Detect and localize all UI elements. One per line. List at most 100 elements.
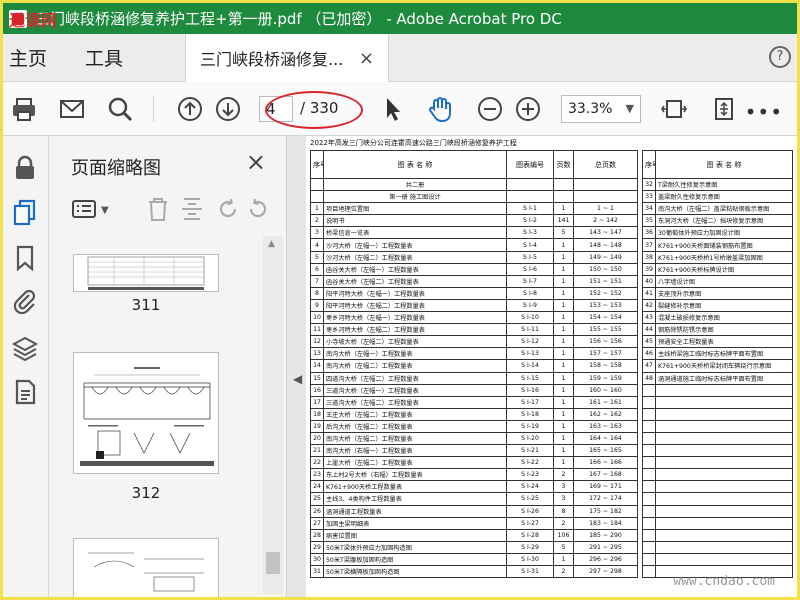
menu-home[interactable]: 主页 <box>9 44 47 71</box>
hand-tool-icon[interactable] <box>425 94 455 124</box>
table-cell: 1 <box>553 347 574 361</box>
table-row <box>642 468 793 482</box>
table-row: 27 加固主梁明细表 S Ⅰ-27 2 183 ~ 184 <box>310 516 638 530</box>
print-icon[interactable] <box>9 94 39 124</box>
scrollbar-thumb[interactable] <box>266 552 280 574</box>
table-row: 4 沙河大桥（左幅一）工程数量表 S Ⅰ-4 1 148 ~ 148 <box>310 238 638 252</box>
next-page-icon[interactable] <box>213 94 243 124</box>
table-row <box>642 552 793 567</box>
rotate-right-icon[interactable] <box>245 196 275 226</box>
table-row: 12 小寺坡大桥（左幅二）工程数量表 S Ⅰ-12 1 156 ~ 156 <box>310 335 638 349</box>
attachment-icon[interactable] <box>11 288 41 318</box>
extract-page-icon[interactable] <box>179 196 209 226</box>
table-cell: 1 <box>553 323 574 337</box>
table-row: 15 四道沟大桥（左幅二）工程数量表 S Ⅰ-15 1 159 ~ 159 <box>310 371 638 385</box>
table-cell: S Ⅰ-25 <box>506 492 554 506</box>
table-row <box>642 395 793 409</box>
panel-close-icon[interactable]: × <box>246 148 266 176</box>
document-tab[interactable]: 三门峡段桥涵修复... × <box>185 34 389 82</box>
scroll-up-icon[interactable]: ▲ <box>268 239 275 249</box>
drawing-index-table-left: 序号 图 表 名 称 图表编号 页数 总页数 共二册第一册 施工图设计1项目地理… <box>310 150 638 579</box>
table-cell: K761+900天桥标牌设计图 <box>655 262 793 276</box>
document-viewport[interactable]: ◀ 2022年高发三门峡分公司连霍高速公路三门峡段桥涵修复养护工程 序号 图 表… <box>287 136 797 597</box>
table-cell <box>573 190 638 204</box>
table-cell: 152 ~ 152 <box>573 286 638 300</box>
table-cell: 南沟大桥（左幅二）工程数量表 <box>323 359 507 373</box>
table-cell: 共二册 <box>323 177 507 192</box>
table-cell: 上崖大桥（左幅二）工程数量表 <box>323 456 507 470</box>
table-cell: S Ⅰ-22 <box>506 456 554 470</box>
table-cell <box>655 480 793 494</box>
rotate-left-icon[interactable] <box>215 196 245 226</box>
table-cell: 三道沟大桥（左幅一）工程数量表 <box>323 383 507 397</box>
table-cell: 297 ~ 298 <box>573 564 638 579</box>
table-cell: 143 ~ 147 <box>573 226 638 240</box>
table-cell: 钢筋除锈防锈示意图 <box>655 323 793 337</box>
thumbnails-scrollbar[interactable]: ▲ <box>263 236 283 594</box>
page-thumbnail[interactable] <box>73 254 219 292</box>
table-cell <box>642 516 656 530</box>
table-row: 10 枣乡河特大桥（左幅一）工程数量表 S Ⅰ-10 1 154 ~ 154 <box>310 311 638 325</box>
table-cell: 154 ~ 154 <box>573 311 638 325</box>
table-cell: S Ⅰ-10 <box>506 311 554 325</box>
table-cell <box>642 480 656 494</box>
search-icon[interactable] <box>105 94 135 124</box>
table-cell: 涵洞通道施工临时标志标牌平面布置图 <box>655 371 793 385</box>
zoom-level-select[interactable]: 33.3% ▼ <box>561 95 641 123</box>
table-cell: 1 <box>553 250 574 264</box>
collapse-panel-icon[interactable]: ◀ <box>293 372 302 386</box>
table-cell: 151 ~ 151 <box>573 274 638 288</box>
document-properties-icon[interactable] <box>11 378 41 408</box>
more-options-icon[interactable]: ••• <box>745 100 783 124</box>
thumbnail-page-number: 311 <box>131 296 161 314</box>
table-row: 44 钢筋除锈防锈示意图 <box>642 323 793 337</box>
table-cell: 16 <box>310 383 324 397</box>
table-cell: 33 <box>642 190 656 204</box>
table-cell: 桥梁信息一览表 <box>323 226 507 240</box>
table-row: 1 项目地理位置图 S Ⅰ-1 1 1 ~ 1 <box>310 202 638 216</box>
bookmark-icon[interactable] <box>11 244 41 274</box>
fit-width-icon[interactable] <box>659 94 689 124</box>
table-cell: 37 <box>642 238 656 252</box>
page-thumbnail[interactable] <box>73 352 219 474</box>
thumbnail-page-number: 312 <box>131 484 161 502</box>
options-dropdown-icon[interactable]: ▼ <box>101 205 131 235</box>
table-cell: 病害位置图 <box>323 528 507 542</box>
page-thumbnail[interactable] <box>73 538 219 597</box>
table-cell: 13 <box>310 347 324 361</box>
tab-close-icon[interactable]: × <box>359 48 374 69</box>
page-thumbnails-icon[interactable] <box>11 198 41 228</box>
table-cell: 2 <box>553 564 574 579</box>
table-cell: 50米T梁体外预应力加固构造图 <box>323 540 507 554</box>
lock-icon[interactable] <box>11 154 41 184</box>
zoom-in-icon[interactable] <box>513 94 543 124</box>
help-icon[interactable]: ? <box>769 46 791 68</box>
right-table-body: 32 T梁耐久性修复示意图 33 盖梁耐久性修复示意图 34 南沟大桥（左幅二）盖梁粘贴钢… <box>642 177 793 579</box>
email-icon[interactable] <box>57 94 87 124</box>
left-table-body: 共二册 第一册 施工图设计 1 项目地理位置图 S Ⅰ-1 1 1 ~ 1 2 说明书 S Ⅰ-2… <box>310 177 638 579</box>
table-cell: 2 <box>310 214 324 228</box>
fullscreen-icon[interactable] <box>709 94 739 124</box>
title-bar[interactable]: 三门峡段桥涵修复养护工程+第一册.pdf （已加密） - Adobe Acrob… <box>3 3 797 34</box>
table-cell: 156 ~ 156 <box>573 335 638 349</box>
page-header-title: 2022年高发三门峡分公司连霍高速公路三门峡段桥涵修复养护工程 <box>310 139 517 147</box>
select-cursor-icon[interactable] <box>377 94 407 124</box>
table-row: 35 东洞河大桥（左幅二）挡块修复示意图 <box>642 214 793 228</box>
table-cell: 1 <box>553 371 574 385</box>
table-cell: 28 <box>310 528 324 542</box>
table-cell: 1 <box>553 335 574 349</box>
menu-tools[interactable]: 工具 <box>85 44 123 71</box>
zoom-out-icon[interactable] <box>475 94 505 124</box>
layers-icon[interactable] <box>11 334 41 364</box>
table-cell: 涵洞通道工程数量表 <box>323 504 507 518</box>
previous-page-icon[interactable] <box>175 94 205 124</box>
table-row: 11 枣乡河特大桥（左幅二）工程数量表 S Ⅰ-11 1 155 ~ 155 <box>310 323 638 337</box>
table-row <box>642 419 793 433</box>
delete-page-icon[interactable] <box>145 196 175 226</box>
table-cell: 175 ~ 182 <box>573 504 638 518</box>
table-cell: 1 <box>553 311 574 325</box>
table-cell: S Ⅰ-9 <box>506 298 554 313</box>
table-cell: S Ⅰ-4 <box>506 238 554 252</box>
table-cell: 5 <box>553 540 574 554</box>
thumbnail-options-icon[interactable] <box>71 196 101 226</box>
